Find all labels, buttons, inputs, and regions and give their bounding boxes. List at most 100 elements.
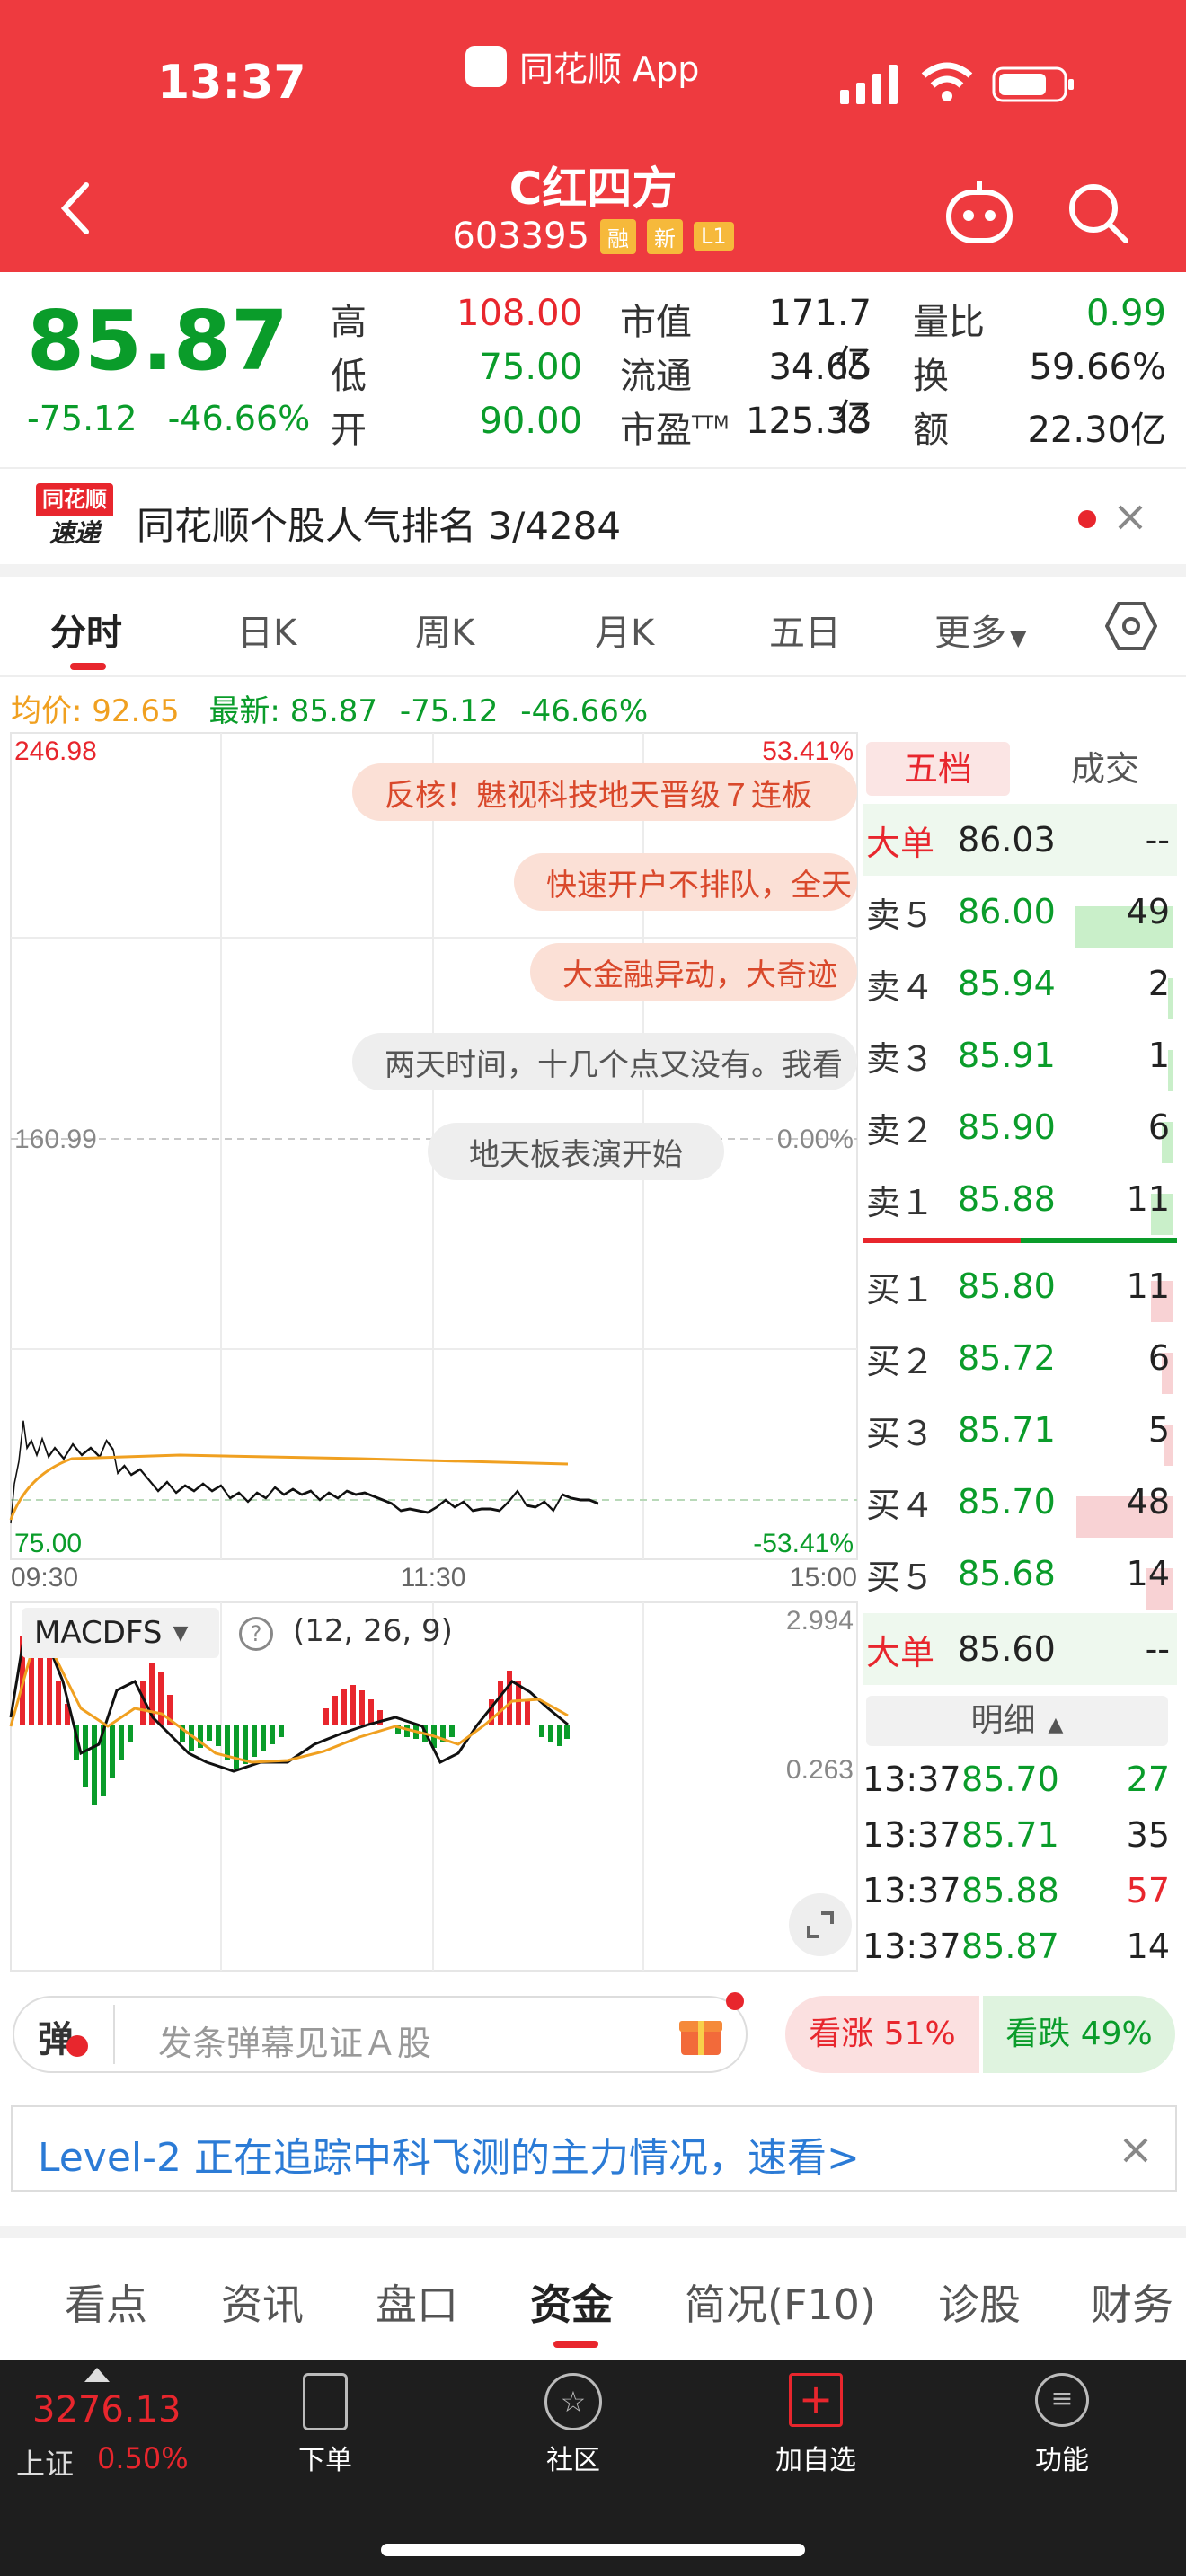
help-icon[interactable]: ? bbox=[239, 1617, 273, 1651]
gift-icon[interactable] bbox=[677, 2010, 724, 2057]
pe-label: 市盈TTM bbox=[620, 401, 729, 453]
level2-banner[interactable]: Level-2 正在追踪中科飞测的主力情况，速看> bbox=[11, 2105, 1177, 2192]
tab-monthly-k[interactable]: 月K bbox=[595, 604, 654, 656]
sell-level-row[interactable]: 卖４ 85.94 2 bbox=[863, 948, 1177, 1019]
orderbook-big-buy: 大单 85.60 -- bbox=[863, 1613, 1177, 1685]
nav-community[interactable]: ☆ 社区 bbox=[510, 2373, 636, 2477]
close-banner-icon[interactable] bbox=[1118, 2132, 1154, 2168]
nav-add-watchlist[interactable]: + 加自选 bbox=[753, 2373, 879, 2477]
danmu-bubble[interactable]: 两天时间，十几个点又没有。我看 bbox=[352, 1033, 857, 1090]
index-name: 上证 bbox=[16, 2447, 75, 2481]
tab-daily-k[interactable]: 日K bbox=[237, 604, 296, 656]
fullscreen-icon[interactable] bbox=[789, 1893, 852, 1956]
notice-logo: 同花顺 速递 bbox=[36, 483, 113, 555]
app-name: 同花顺 App bbox=[519, 49, 700, 89]
index-pct: 0.50% bbox=[97, 2441, 189, 2475]
high-label: 高 bbox=[331, 302, 367, 343]
buy-level-row[interactable]: 买２ 85.72 6 bbox=[863, 1322, 1177, 1394]
sell-level-row[interactable]: 卖３ 85.91 1 bbox=[863, 1019, 1177, 1091]
buy-level-row[interactable]: 买４ 85.70 48 bbox=[863, 1466, 1177, 1538]
sell-level-vol: 49 bbox=[1126, 892, 1170, 931]
danmu-bubble[interactable]: 快速开户不排队，全天 bbox=[514, 853, 857, 911]
pe-value: 125.33 bbox=[746, 401, 872, 442]
buy-level-row[interactable]: 买３ 85.71 5 bbox=[863, 1394, 1177, 1466]
nav-place-order[interactable]: 下单 bbox=[262, 2373, 388, 2477]
order-document-icon bbox=[303, 2373, 348, 2430]
tab-highlights[interactable]: 看点 bbox=[65, 2272, 147, 2332]
plus-square-icon: + bbox=[789, 2373, 843, 2427]
x-label-start: 09:30 bbox=[11, 1563, 78, 1592]
y-mid-label: 160.99 bbox=[14, 1125, 97, 1154]
last-pct: -46.66% bbox=[520, 693, 649, 729]
danmu-icon: 弹 bbox=[38, 2019, 74, 2060]
danmu-input-bar[interactable]: 弹 发条弹幕见证Ａ股 bbox=[13, 1992, 748, 2073]
index-up-arrow-icon bbox=[84, 2368, 110, 2382]
search-icon[interactable] bbox=[1065, 180, 1131, 246]
community-star-icon: ☆ bbox=[544, 2373, 602, 2430]
tabs-divider bbox=[0, 675, 1186, 677]
pe-sup: TTM bbox=[692, 411, 730, 434]
amount-label: 额 bbox=[913, 410, 949, 451]
close-notice-icon[interactable] bbox=[1112, 499, 1148, 535]
sell-level-row[interactable]: 卖２ 85.90 6 bbox=[863, 1091, 1177, 1163]
low-label: 低 bbox=[331, 356, 367, 397]
tab-news[interactable]: 资讯 bbox=[221, 2272, 304, 2332]
tab-weekly-k[interactable]: 周K bbox=[415, 604, 474, 656]
tab-trades[interactable]: 成交 bbox=[1033, 742, 1177, 796]
tab-five-day[interactable]: 五日 bbox=[769, 604, 841, 656]
buy-level-row[interactable]: 买１ 85.80 11 bbox=[863, 1250, 1177, 1322]
tab-profile-f10[interactable]: 简况(F10) bbox=[685, 2272, 876, 2332]
buy-level-price: 85.80 bbox=[958, 1266, 1056, 1306]
tab-financials[interactable]: 财务 bbox=[1091, 2272, 1173, 2332]
danmu-placeholder: 发条弹幕见证Ａ股 bbox=[158, 2024, 432, 2063]
robot-assistant-icon[interactable] bbox=[943, 180, 1015, 246]
nav-functions-label: 功能 bbox=[1035, 2445, 1089, 2476]
sell-level-row[interactable]: 卖５ 86.00 49 bbox=[863, 876, 1177, 948]
y-top-pct: 53.41% bbox=[762, 737, 854, 766]
section-divider bbox=[0, 564, 1186, 577]
turnover-label: 换 bbox=[913, 356, 949, 397]
settings-hexagon-icon[interactable] bbox=[1104, 600, 1158, 652]
sell-level-row[interactable]: 卖１ 85.88 11 bbox=[863, 1163, 1177, 1235]
volratio-value: 0.99 bbox=[1085, 293, 1166, 334]
buy-level-vol: 14 bbox=[1126, 1554, 1170, 1593]
big-sell-label: 大单 bbox=[866, 823, 935, 863]
buy-level-vol: 6 bbox=[1147, 1338, 1170, 1378]
sell-level-vol: 6 bbox=[1147, 1107, 1170, 1147]
trade-detail-row: 13:37 85.87 14 bbox=[863, 1919, 1177, 1974]
buy-level-label: 买４ bbox=[866, 1485, 935, 1525]
buy-level-price: 85.70 bbox=[958, 1482, 1056, 1522]
danmu-bubble[interactable]: 大金融异动，大奇迹 bbox=[530, 943, 857, 1001]
turnover-value: 59.66% bbox=[1029, 347, 1166, 388]
buy-level-label: 买３ bbox=[866, 1413, 935, 1453]
buy-level-row[interactable]: 买５ 85.68 14 bbox=[863, 1538, 1177, 1610]
danmu-bubble[interactable]: 地天板表演开始 bbox=[428, 1123, 724, 1180]
tab-market-depth[interactable]: 盘口 bbox=[376, 2272, 458, 2332]
tab-five-level[interactable]: 五档 bbox=[866, 742, 1010, 796]
avg-label: 均价: bbox=[11, 693, 83, 729]
buy-level-label: 买２ bbox=[866, 1341, 935, 1381]
big-sell-price: 86.03 bbox=[958, 820, 1056, 860]
vote-up-button[interactable]: 看涨 51% bbox=[785, 1996, 979, 2073]
popularity-notice[interactable]: 同花顺 速递 同花顺个股人气排名 3/4284 bbox=[0, 467, 1186, 566]
danmu-bubble[interactable]: 反核！魅视科技地天晋级７连板 bbox=[352, 763, 857, 821]
trade-detail-price: 85.70 bbox=[961, 1760, 1059, 1799]
tab-diagnosis[interactable]: 诊股 bbox=[938, 2272, 1021, 2332]
trade-detail-price: 85.88 bbox=[961, 1871, 1059, 1910]
tab-more-label: 更多 bbox=[934, 613, 1006, 654]
nav-functions[interactable]: ≡ 功能 bbox=[999, 2373, 1125, 2477]
tab-intraday[interactable]: 分时 bbox=[50, 604, 122, 656]
trade-detail-vol: 57 bbox=[1126, 1871, 1170, 1910]
buy-level-vol: 48 bbox=[1126, 1482, 1170, 1522]
sell-level-label: 卖２ bbox=[866, 1110, 935, 1151]
tab-more[interactable]: 更多 ▼ bbox=[934, 604, 1026, 656]
vote-down-button[interactable]: 看跌 49% bbox=[983, 1996, 1175, 2073]
index-value[interactable]: 3276.13 bbox=[32, 2389, 181, 2430]
macd-selector[interactable]: MACDFS ▼ bbox=[22, 1608, 219, 1658]
tab-funds[interactable]: 资金 bbox=[530, 2272, 613, 2332]
big-buy-label: 大单 bbox=[866, 1632, 935, 1672]
chevron-down-icon: ▼ bbox=[1010, 625, 1027, 650]
detail-header[interactable]: 明细 ▲ bbox=[866, 1696, 1168, 1746]
big-buy-price: 85.60 bbox=[958, 1629, 1056, 1669]
intraday-chart[interactable]: 246.98 53.41% 160.99 0.00% 75.00 -53.41%… bbox=[0, 729, 863, 1978]
